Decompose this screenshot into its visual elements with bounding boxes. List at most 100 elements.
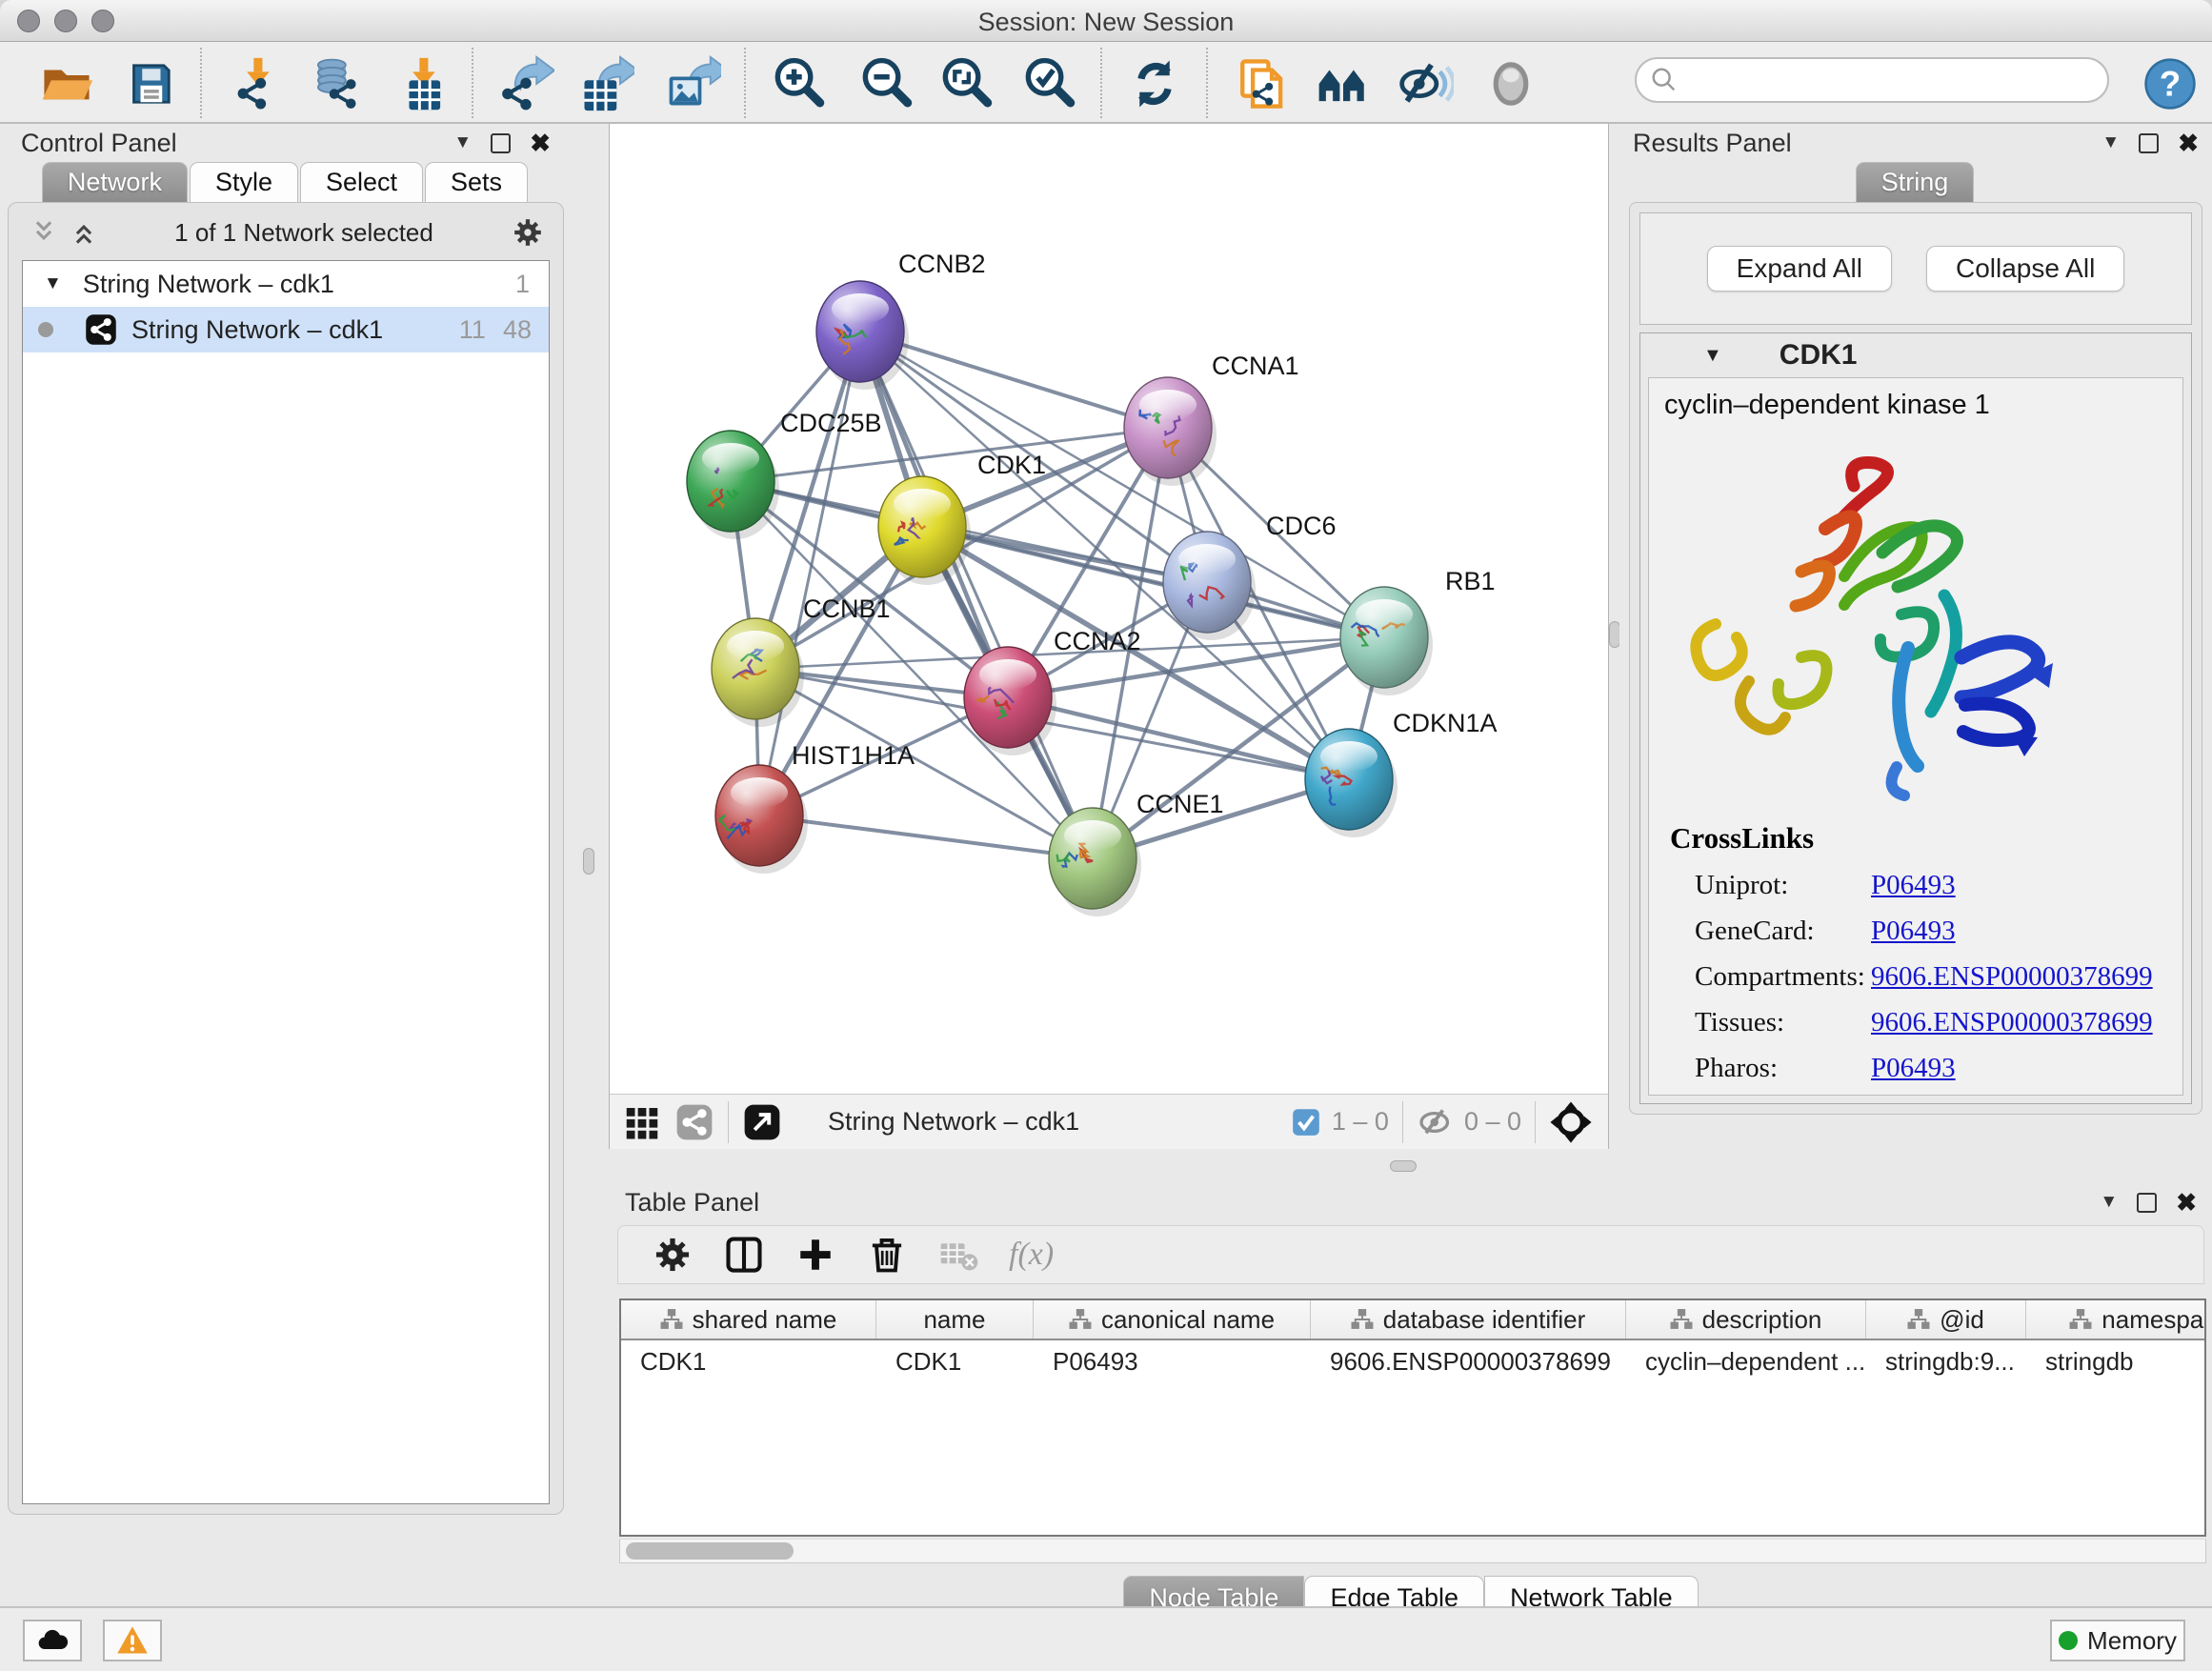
birdseye-view-icon[interactable] xyxy=(1549,1100,1593,1144)
network-node-HIST1H1A[interactable]: HIST1H1A xyxy=(715,741,915,866)
scrollbar-thumb[interactable] xyxy=(626,1542,794,1560)
title-bar[interactable]: Session: New Session xyxy=(0,0,2212,42)
close-panel-icon[interactable]: ✖ xyxy=(2176,1188,2197,1218)
float-panel-icon[interactable] xyxy=(2139,133,2159,153)
float-panel-icon[interactable] xyxy=(2137,1193,2157,1213)
zoom-fit-button[interactable] xyxy=(937,54,996,113)
import-network-file-button[interactable] xyxy=(228,54,287,113)
crosslink-link[interactable]: P06493 xyxy=(1871,870,1956,901)
column-header-database-identifier[interactable]: database identifier xyxy=(1311,1300,1626,1339)
memory-button[interactable]: Memory xyxy=(2050,1620,2185,1661)
tab-style[interactable]: Style xyxy=(190,162,298,202)
table-cell[interactable]: CDK1 xyxy=(876,1347,1034,1377)
selected-checkbox-icon[interactable] xyxy=(1290,1106,1322,1138)
network-collection-row[interactable]: ▼ String Network – cdk1 1 xyxy=(23,261,549,307)
left-splitter-handle[interactable] xyxy=(583,848,594,875)
zoom-out-button[interactable] xyxy=(857,54,916,113)
collapse-all-icon[interactable] xyxy=(31,220,56,245)
crosslink-link[interactable]: 9606.ENSP00000378699 xyxy=(1871,1007,2153,1038)
panel-menu-icon[interactable]: ▼ xyxy=(453,132,472,153)
network-node-RB1[interactable]: RB1 xyxy=(1340,567,1496,688)
entry-expander-icon[interactable]: ▼ xyxy=(1703,345,1722,367)
column-header--id[interactable]: @id xyxy=(1866,1300,2026,1339)
expand-all-button[interactable]: Expand All xyxy=(1707,246,1892,292)
table-row[interactable]: CDK1CDK1P064939606.ENSP00000378699cyclin… xyxy=(621,1340,2204,1382)
delete-column-icon[interactable] xyxy=(866,1234,908,1276)
search-field[interactable] xyxy=(1635,57,2109,103)
float-panel-icon[interactable] xyxy=(491,133,511,153)
table-cell[interactable]: cyclin–dependent ... xyxy=(1626,1347,1866,1377)
zoom-in-button[interactable] xyxy=(770,54,829,113)
column-header-canonical-name[interactable]: canonical name xyxy=(1034,1300,1311,1339)
export-network-button[interactable] xyxy=(496,54,555,113)
import-network-database-button[interactable] xyxy=(306,54,365,113)
crosslink-link[interactable]: P06493 xyxy=(1871,916,1956,947)
save-session-button[interactable] xyxy=(121,54,180,113)
close-panel-icon[interactable]: ✖ xyxy=(530,129,551,158)
network-edge-CCNB2-CCNE1[interactable] xyxy=(860,332,1093,858)
table-cell[interactable]: CDK1 xyxy=(621,1347,876,1377)
column-header-description[interactable]: description xyxy=(1626,1300,1866,1339)
network-canvas[interactable]: CCNB2CCNA1CDC25BCDK1CDC6RB1CCNB1CCNA2CDK… xyxy=(610,124,1608,1094)
import-table-icon xyxy=(395,56,451,111)
node-table[interactable]: shared namenamecanonical namedatabase id… xyxy=(619,1299,2206,1537)
panel-menu-icon[interactable]: ▼ xyxy=(2100,1192,2118,1213)
column-header-name[interactable]: name xyxy=(876,1300,1034,1339)
table-cell[interactable]: stringdb:9... xyxy=(1866,1347,2026,1377)
application-window: Session: New Session xyxy=(0,0,2212,1671)
help-button[interactable]: ? xyxy=(2141,54,2200,113)
warnings-button[interactable] xyxy=(103,1620,162,1661)
import-table-button[interactable] xyxy=(393,54,452,113)
horizontal-splitter[interactable] xyxy=(609,1149,1609,1183)
network-edge-HIST1H1A-CCNE1[interactable] xyxy=(759,815,1093,858)
open-session-button[interactable] xyxy=(37,54,96,113)
node-entry-header[interactable]: ▼ CDK1 xyxy=(1640,333,2191,377)
expand-all-icon[interactable] xyxy=(71,220,96,245)
save-icon xyxy=(124,57,177,111)
panel-menu-icon[interactable]: ▼ xyxy=(2101,132,2120,153)
column-header-shared-name[interactable]: shared name xyxy=(621,1300,876,1339)
close-panel-icon[interactable]: ✖ xyxy=(2178,129,2199,158)
crosslink-link[interactable]: 9606.ENSP00000378699 xyxy=(1871,961,2153,993)
tab-network[interactable]: Network xyxy=(42,162,188,202)
search-input[interactable] xyxy=(1679,61,2107,99)
open-external-icon[interactable] xyxy=(742,1102,782,1142)
collapse-all-button[interactable]: Collapse All xyxy=(1926,246,2124,292)
crosslink-row: Uniprot:P06493 xyxy=(1670,870,2182,901)
share-view-icon[interactable] xyxy=(674,1102,714,1142)
selected-counts: 1 – 0 xyxy=(1332,1107,1389,1137)
zoom-selected-button[interactable] xyxy=(1020,54,1079,113)
gear-icon[interactable] xyxy=(512,216,544,249)
add-column-icon[interactable] xyxy=(795,1235,835,1275)
apply-layout-button[interactable] xyxy=(1125,54,1184,113)
network-row[interactable]: String Network – cdk1 11 48 xyxy=(23,307,549,352)
tab-sets[interactable]: Sets xyxy=(425,162,528,202)
tab-select[interactable]: Select xyxy=(300,162,423,202)
table-cell[interactable]: P06493 xyxy=(1034,1347,1311,1377)
first-neighbors-button[interactable] xyxy=(1314,54,1373,113)
crosslink-link[interactable]: P06493 xyxy=(1871,1053,1956,1084)
column-header-namespace[interactable]: namespace xyxy=(2026,1300,2206,1339)
clone-network-button[interactable] xyxy=(1234,54,1293,113)
open-folder-icon xyxy=(39,56,94,111)
grid-view-icon[interactable] xyxy=(623,1103,661,1141)
hide-selected-button[interactable] xyxy=(1397,54,1456,113)
crosslink-label: Pharos: xyxy=(1695,1053,1871,1084)
network-node-CDKN1A[interactable]: CDKN1A xyxy=(1305,709,1498,830)
table-cell[interactable]: stringdb xyxy=(2026,1347,2206,1377)
horizontal-splitter-handle[interactable] xyxy=(1390,1160,1417,1172)
network-node-CCNE1[interactable]: CCNE1 xyxy=(1049,790,1224,909)
export-image-button[interactable] xyxy=(663,54,722,113)
show-columns-icon[interactable] xyxy=(723,1234,765,1276)
cloud-button[interactable] xyxy=(23,1620,82,1661)
hidden-counts: 0 – 0 xyxy=(1464,1107,1521,1137)
show-all-button[interactable] xyxy=(1481,54,1540,113)
table-cell[interactable]: 9606.ENSP00000378699 xyxy=(1311,1347,1626,1377)
crosslink-row: Pharos:P06493 xyxy=(1670,1053,2182,1084)
table-settings-gear-icon[interactable] xyxy=(653,1235,693,1275)
table-horizontal-scrollbar[interactable] xyxy=(619,1539,2206,1563)
tab-string[interactable]: String xyxy=(1856,162,1975,202)
export-table-button[interactable] xyxy=(576,54,635,113)
network-node-CDC25B[interactable]: CDC25B xyxy=(687,409,882,532)
tree-expander-icon[interactable]: ▼ xyxy=(44,273,62,294)
